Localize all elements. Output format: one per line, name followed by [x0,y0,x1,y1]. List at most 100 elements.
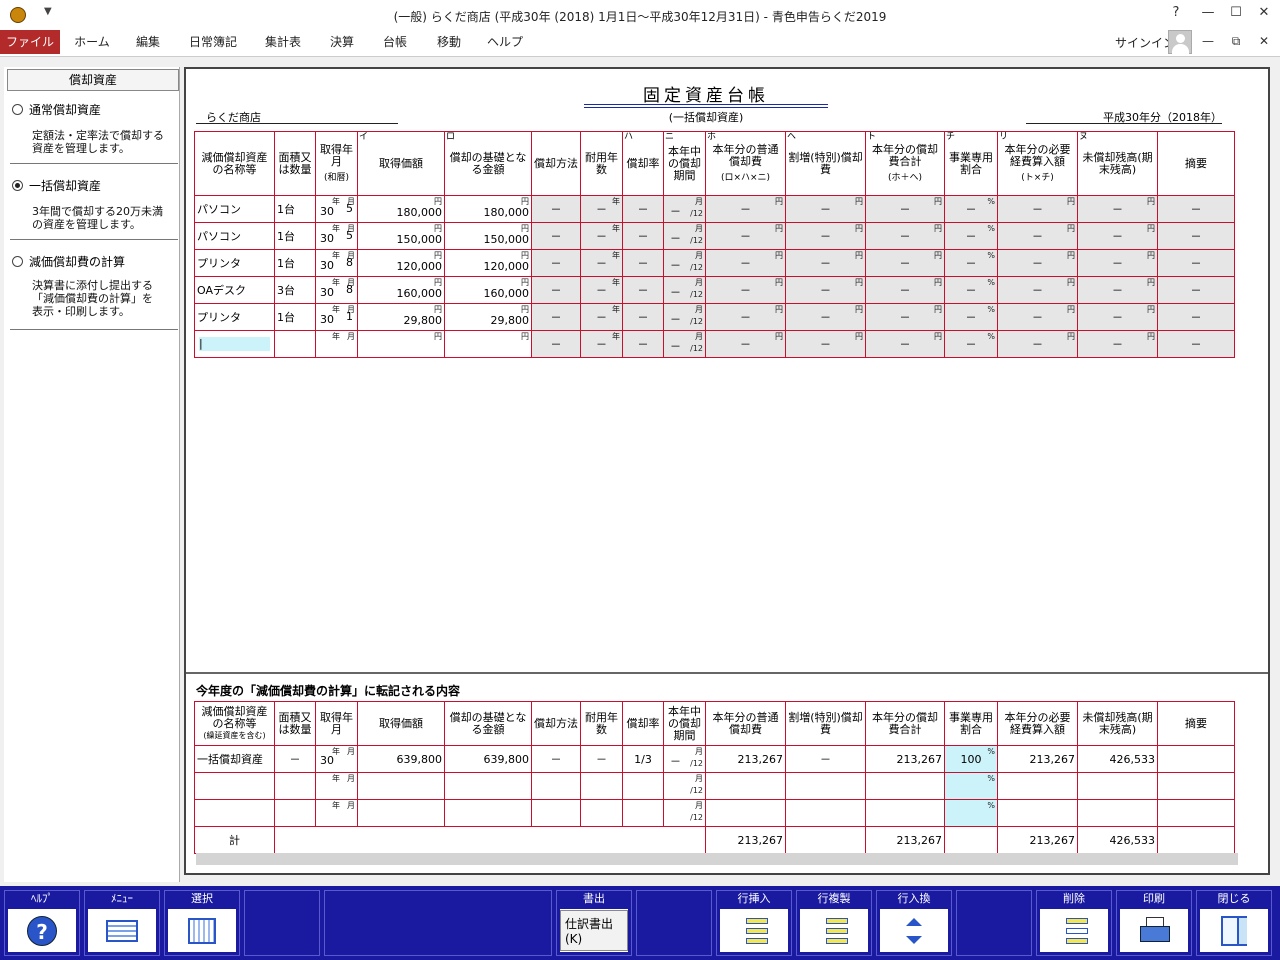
base-cell[interactable]: 円 [444,330,532,358]
tab-daily-bookkeeping[interactable]: 日常簿記 [180,30,246,54]
horizontal-scrollbar[interactable] [196,853,1238,865]
arrow-down-icon[interactable] [906,935,922,944]
base-cell[interactable]: 円 29,800 [444,303,532,331]
ledger-header-cell: イ取得価額 [357,131,445,196]
acquired-date-cell[interactable]: 年月 30 1 [315,303,358,331]
minimize-icon[interactable]: — [1198,5,1218,20]
table-row[interactable]: OAデスク 3台年月 30 8 円 160,000 円 160,000 －年－－月/12 －円－円… [194,276,1235,304]
close-button[interactable]: 閉じる [1196,890,1272,956]
quantity-cell[interactable]: 3台 [274,276,316,304]
copy-row-button[interactable]: 行複製 [796,890,872,956]
cost-cell[interactable]: 円 180,000 [357,195,445,223]
sidebar-option-depreciation-calc[interactable]: 減価償却費の計算 [12,253,125,270]
table-row[interactable]: 年月 月/12% [194,799,1235,827]
base-cell[interactable]: 円 180,000 [444,195,532,223]
help-button[interactable]: ﾍﾙﾌﾟ ? [4,890,80,956]
print-button[interactable]: 印刷 [1116,890,1192,956]
quantity-cell[interactable]: 1台 [274,195,316,223]
acquired-date-cell[interactable]: 年月 [315,330,358,358]
quantity-cell[interactable]: 1台 [274,222,316,250]
quantity-cell[interactable]: 1台 [274,249,316,277]
dash: － [1032,257,1043,270]
business-ratio-cell[interactable]: % 100 [944,745,998,773]
base-cell[interactable]: 円 120,000 [444,249,532,277]
memo-cell[interactable] [1157,745,1235,773]
swap-row-button[interactable]: 行入換 [876,890,952,956]
asset-name-input[interactable]: | [199,337,270,351]
tab-home[interactable]: ホーム [68,30,116,54]
unit-label: 月 [695,197,703,206]
base-cell[interactable]: 円 160,000 [444,276,532,304]
cost-cell[interactable]: 円 150,000 [357,222,445,250]
quantity-cell[interactable] [274,330,316,358]
signin-link[interactable]: サインイン [1115,34,1175,51]
delete-button[interactable]: 削除 [1036,890,1112,956]
radio-selected-icon[interactable] [12,180,23,191]
base-cell[interactable]: 円 150,000 [444,222,532,250]
acquired-date-cell[interactable]: 年月 30 8 [315,276,358,304]
radio-icon[interactable] [12,256,23,267]
table-row[interactable]: 一括償却資産－年月 30 639,800 639,800 －－ 1/3 月/12 － 213,2… [194,745,1235,773]
radio-icon[interactable] [12,104,23,115]
tab-closing[interactable]: 決算 [320,30,364,54]
tab-file[interactable]: ファイル [0,30,60,54]
cost-cell[interactable]: 円 160,000 [357,276,445,304]
tab-ledger[interactable]: 台帳 [372,30,418,54]
empty-cell [865,799,945,827]
table-row[interactable]: パソコン 1台年月 30 5 円 150,000 円 150,000 －年－－月/12 －円－円－… [194,222,1235,250]
ribbon-close-icon[interactable]: ✕ [1254,34,1274,48]
asset-name-cell[interactable]: OAデスク [194,276,275,304]
tab-help[interactable]: ヘルプ [480,30,530,54]
business-ratio-cell[interactable]: % [944,799,998,827]
dash: － [596,203,607,216]
ribbon-restore-icon[interactable]: ⧉ [1226,34,1246,49]
cost-cell[interactable]: 円 [357,330,445,358]
dash: － [596,230,607,243]
memo-cell[interactable]: － [1157,330,1235,358]
menu-button[interactable]: ﾒﾆｭｰ [84,890,160,956]
maximize-icon[interactable]: ☐ [1226,5,1246,20]
acquired-date-cell[interactable]: 年月 30 5 [315,222,358,250]
sidebar-option-normal-assets[interactable]: 通常償却資産 [12,101,101,118]
sidebar-option-lump-sum-assets[interactable]: 一括償却資産 [12,177,101,194]
arrow-up-icon[interactable] [906,917,922,926]
close-icon[interactable]: ✕ [1254,5,1274,20]
acquired-date-cell[interactable]: 年月 30 8 [315,249,358,277]
asset-name-cell[interactable]: プリンタ [194,249,275,277]
memo-cell[interactable]: － [1157,195,1235,223]
unit-label: % [987,747,995,756]
table-row[interactable]: プリンタ 1台年月 30 8 円 120,000 円 120,000 －年－－月/12 －円－円－… [194,249,1235,277]
memo-cell[interactable]: － [1157,276,1235,304]
tab-edit[interactable]: 編集 [124,30,172,54]
acquired-year: 30 [320,205,334,218]
memo-cell[interactable]: － [1157,249,1235,277]
period-cell: 月/12 － [663,330,706,358]
memo-cell[interactable]: － [1157,303,1235,331]
asset-name-cell[interactable]: パソコン [194,222,275,250]
acquired-date-cell[interactable]: 年月 30 5 [315,195,358,223]
summary-header-cell: 償却率 [622,701,664,746]
table-row[interactable]: | 年月円円－年－－月/12 －円－円－円－% －円－円－－ [194,330,1235,358]
ribbon-minimize-icon[interactable]: — [1198,34,1218,48]
cost-cell[interactable]: 円 29,800 [357,303,445,331]
asset-name-cell[interactable]: プリンタ [194,303,275,331]
journal-export-button[interactable]: 仕訳書出(K) [560,910,628,951]
dash: － [740,230,751,243]
select-button[interactable]: 選択 [164,890,240,956]
business-ratio-cell[interactable]: % [944,772,998,800]
ledger-header-cell: 面積又は数量 [274,131,316,196]
tab-summary[interactable]: 集計表 [254,30,312,54]
memo-cell[interactable]: － [1157,222,1235,250]
table-row[interactable]: パソコン 1台年月 30 5 円 180,000 円 180,000 －年－－月/12 －円－円－… [194,195,1235,223]
table-row[interactable]: 年月 月/12% [194,772,1235,800]
help-question-icon[interactable]: ? [1166,5,1186,20]
asset-name-cell[interactable]: | [194,330,275,358]
asset-name-cell[interactable]: パソコン [194,195,275,223]
cost-cell[interactable]: 円 120,000 [357,249,445,277]
tab-move[interactable]: 移動 [426,30,472,54]
user-avatar-icon[interactable] [1168,30,1192,54]
dash: － [550,338,562,351]
table-row[interactable]: プリンタ 1台年月 30 1 円 29,800 円 29,800 －年－－月/12 －円－円－円－… [194,303,1235,331]
insert-row-button[interactable]: 行挿入 [716,890,792,956]
quantity-cell[interactable]: 1台 [274,303,316,331]
